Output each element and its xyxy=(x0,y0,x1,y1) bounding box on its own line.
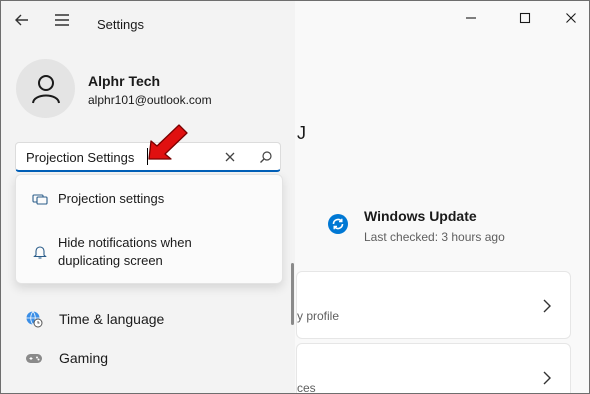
suggestion-label: Hide notifications when duplicating scre… xyxy=(58,235,192,268)
display-projection-icon xyxy=(32,191,48,207)
app-title: Settings xyxy=(97,17,144,32)
avatar[interactable] xyxy=(16,59,75,118)
sidebar-item-label: Time & language xyxy=(59,311,165,327)
maximize-button[interactable] xyxy=(514,7,536,29)
search-icon[interactable] xyxy=(258,149,274,165)
close-button[interactable] xyxy=(560,7,582,29)
gamepad-icon xyxy=(25,349,43,367)
search-input-value: Projection Settings xyxy=(26,150,135,165)
suggestion-label: Projection settings xyxy=(58,191,165,206)
minimize-icon xyxy=(466,17,476,19)
sidebar-item-label: Gaming xyxy=(59,350,109,366)
sidebar-item-gaming[interactable]: Gaming xyxy=(25,347,225,369)
minimize-button[interactable] xyxy=(460,7,482,29)
maximize-icon xyxy=(519,12,531,24)
back-arrow-icon[interactable] xyxy=(13,11,31,29)
windows-update-status: Last checked: 3 hours ago xyxy=(364,230,505,244)
settings-card[interactable]: y profile xyxy=(296,271,571,339)
clear-icon[interactable] xyxy=(222,149,238,165)
navigation-pane: Settings Alphr Tech alphr101@outlook.com… xyxy=(1,1,295,393)
chevron-right-icon xyxy=(542,371,552,385)
profile-email: alphr101@outlook.com xyxy=(88,93,212,107)
annotation-arrow-icon xyxy=(148,124,188,160)
profile-name: Alphr Tech xyxy=(88,73,161,89)
search-suggestions: Projection settings Hide notifications w… xyxy=(15,174,283,284)
settings-window: Settings Alphr Tech alphr101@outlook.com… xyxy=(0,0,590,394)
hamburger-menu-icon[interactable] xyxy=(54,13,70,27)
scrollbar[interactable] xyxy=(291,263,294,325)
windows-update-icon xyxy=(327,213,349,235)
settings-card[interactable]: ces xyxy=(296,343,571,394)
chevron-right-icon xyxy=(542,299,552,313)
windows-update-title[interactable]: Windows Update xyxy=(364,208,477,224)
card-text: y profile xyxy=(297,309,340,323)
page-title: J xyxy=(297,123,306,143)
bell-icon xyxy=(32,244,48,260)
suggestion-hide-notifications[interactable]: Hide notifications when duplicating scre… xyxy=(16,233,282,273)
suggestion-projection-settings[interactable]: Projection settings xyxy=(16,187,282,211)
close-icon xyxy=(566,13,576,23)
user-icon xyxy=(31,74,60,103)
card-text: ces xyxy=(297,381,316,394)
sidebar-item-time-language[interactable]: Time & language xyxy=(25,308,225,330)
globe-clock-icon xyxy=(25,310,43,328)
